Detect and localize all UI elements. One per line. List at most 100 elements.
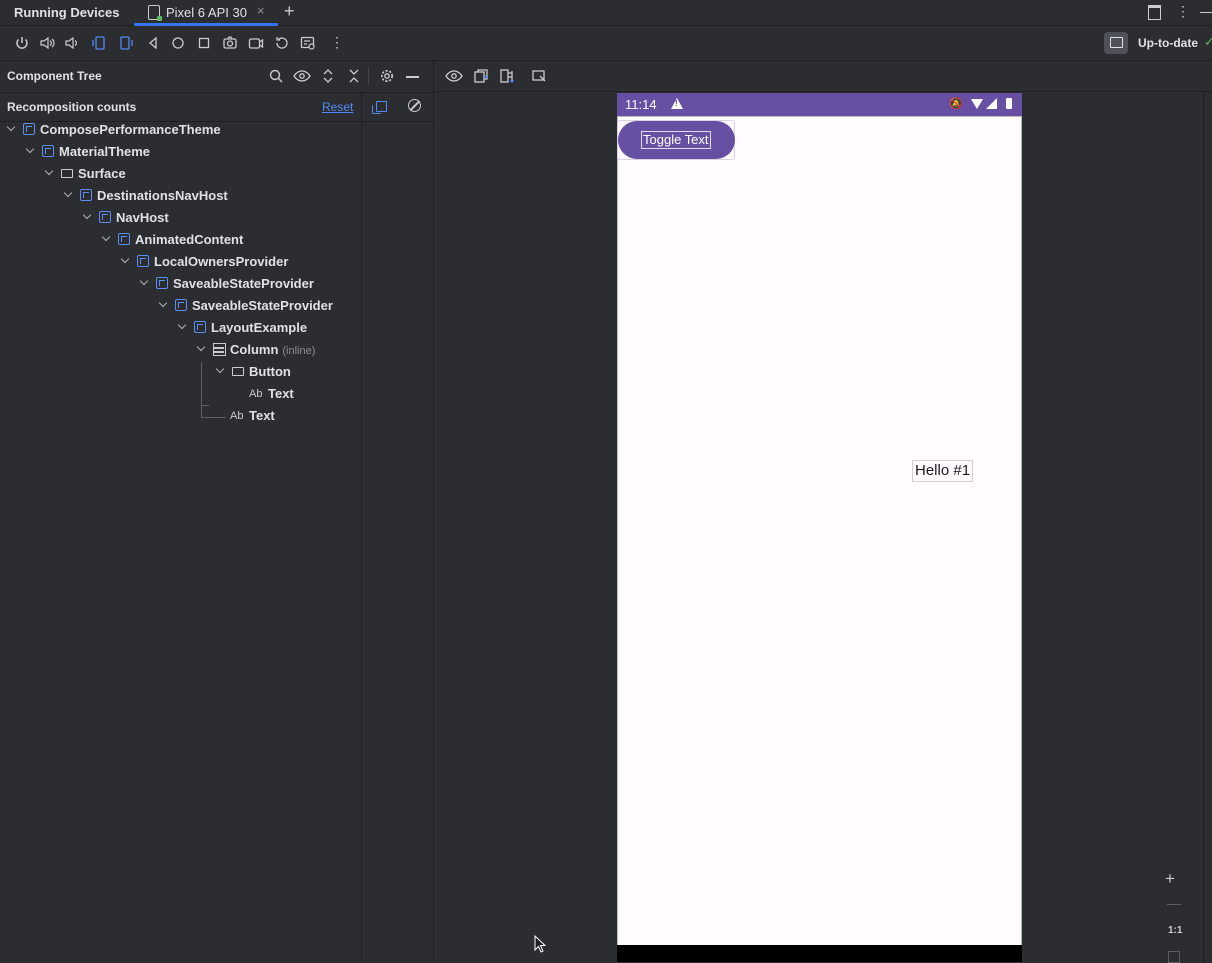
compose-cube-icon	[118, 233, 130, 245]
toolbar-more-icon[interactable]: ⋮	[330, 34, 344, 51]
zoom-actual-size-button[interactable]: 1:1	[1168, 925, 1182, 936]
tree-node-composeperformancetheme[interactable]: ComposePerformanceTheme	[0, 120, 360, 142]
chevron-down-icon[interactable]	[216, 366, 226, 376]
tab-bar: Running Devices Pixel 6 API 30 × + ⋮	[0, 0, 1212, 26]
device-screen[interactable]: 11:14 🔕 Toggle Text Hello #1	[617, 93, 1022, 962]
tree-node-materialtheme[interactable]: MaterialTheme	[0, 142, 360, 164]
search-icon[interactable]	[268, 68, 284, 84]
tree-node-label: LayoutExample	[211, 320, 308, 335]
minimize-panel-icon[interactable]	[406, 76, 419, 78]
tree-node-label: SaveableStateProvider	[173, 276, 314, 291]
chevron-down-icon[interactable]	[121, 256, 131, 266]
chevron-down-icon[interactable]	[7, 124, 17, 134]
chevron-down-icon[interactable]	[159, 300, 169, 310]
tree-node-column[interactable]: Column (inline)	[0, 340, 360, 362]
tab-device-label: Pixel 6 API 30	[166, 5, 247, 20]
chevron-down-icon[interactable]	[178, 322, 188, 332]
tree-node-button[interactable]: Button	[0, 362, 360, 384]
zoom-out-button[interactable]	[1167, 904, 1181, 905]
expand-all-icon[interactable]	[320, 68, 336, 84]
signal-icon	[986, 98, 997, 109]
component-tree-header: Component Tree	[0, 61, 433, 91]
compose-cube-icon	[156, 277, 168, 289]
eye-icon[interactable]	[293, 68, 311, 84]
eye-icon[interactable]	[445, 68, 463, 84]
reset-link[interactable]: Reset	[322, 100, 353, 114]
tab-device[interactable]: Pixel 6 API 30 ×	[134, 0, 278, 26]
notifications-off-icon: 🔕	[949, 98, 963, 110]
more-options-icon[interactable]: ⋮	[1176, 3, 1190, 20]
zoom-to-fit-button[interactable]	[1168, 951, 1180, 963]
minimize-icon[interactable]	[1200, 12, 1212, 13]
tree-node-destinationsnavhost[interactable]: DestinationsNavHost	[0, 186, 360, 208]
screenshot-icon[interactable]	[222, 35, 238, 51]
tree-node-label: Text	[249, 408, 275, 423]
layout-inspector-icon[interactable]	[300, 35, 316, 51]
tree-node-label: SaveableStateProvider	[192, 298, 333, 313]
chevron-down-icon[interactable]	[64, 190, 74, 200]
tree-node-label: LocalOwnersProvider	[154, 254, 289, 269]
tree-node-text[interactable]: Ab Text	[0, 406, 360, 428]
device-inspect-icon	[1110, 37, 1123, 48]
volume-down-icon[interactable]	[64, 35, 80, 51]
recomposition-counts-label: Recomposition counts	[7, 100, 137, 114]
component-tree-panel: Component Tree Recomposition counts Rese…	[0, 61, 434, 962]
tree-node-text[interactable]: Ab Text	[0, 384, 360, 406]
tree-node-label: ComposePerformanceTheme	[40, 122, 221, 137]
gear-icon[interactable]	[379, 68, 395, 84]
back-icon[interactable]	[145, 35, 161, 51]
zoom-in-button[interactable]: +	[1165, 869, 1175, 889]
tree-node-saveablestateprovider[interactable]: SaveableStateProvider	[0, 296, 360, 318]
tree-node-saveablestateprovider[interactable]: SaveableStateProvider	[0, 274, 360, 296]
chevron-down-icon[interactable]	[83, 212, 93, 222]
toggle-text-label: Toggle Text	[641, 131, 711, 149]
text-ab-icon: Ab	[230, 410, 244, 422]
view-toolbar	[434, 61, 1212, 92]
tree-node-navhost[interactable]: NavHost	[0, 208, 360, 230]
rotate-left-icon[interactable]	[91, 35, 107, 51]
chevron-down-icon[interactable]	[102, 234, 112, 244]
chevron-down-icon[interactable]	[26, 146, 36, 156]
copy-icon[interactable]	[372, 101, 387, 114]
compose-cube-icon	[80, 189, 92, 201]
rotate-right-icon[interactable]	[118, 35, 134, 51]
toggle-text-button[interactable]: Toggle Text	[618, 121, 735, 159]
column-divider[interactable]	[361, 92, 362, 962]
tool-window-title: Running Devices	[14, 5, 120, 20]
tree-node-surface[interactable]: Surface	[0, 164, 360, 186]
home-icon[interactable]	[170, 35, 186, 51]
inline-tag: (inline)	[282, 345, 316, 357]
device-icon	[148, 5, 162, 21]
tree-node-layoutexample[interactable]: LayoutExample	[0, 318, 360, 340]
surface-rect-icon	[61, 169, 73, 178]
chevron-down-icon[interactable]	[45, 168, 55, 178]
tree-node-label: MaterialTheme	[59, 144, 151, 159]
maximize-icon[interactable]	[1148, 5, 1161, 20]
volume-up-icon[interactable]	[39, 35, 55, 51]
column-icon	[213, 343, 226, 356]
select-area-icon[interactable]	[531, 68, 547, 84]
add-tab-button[interactable]: +	[284, 1, 295, 22]
tree-node-label: Text	[268, 386, 294, 401]
screen-record-icon[interactable]	[248, 35, 264, 51]
chevron-down-icon[interactable]	[197, 344, 207, 354]
layer-hierarchy-icon[interactable]	[499, 68, 515, 84]
tree-node-label: NavHost	[116, 210, 169, 225]
tree-node-label: DestinationsNavHost	[97, 188, 228, 203]
chevron-down-icon[interactable]	[140, 278, 150, 288]
power-icon[interactable]	[14, 35, 30, 51]
compose-cube-icon	[23, 123, 35, 135]
tree-node-label: AnimatedContent	[135, 232, 244, 247]
right-side-strip	[1203, 91, 1212, 962]
device-inspect-toggle-button[interactable]	[1104, 32, 1128, 54]
overview-icon[interactable]	[196, 35, 212, 51]
reset-icon[interactable]	[274, 35, 290, 51]
collapse-all-icon[interactable]	[346, 68, 362, 84]
tree-node-label: Button	[249, 364, 291, 379]
tree-node-localownersprovider[interactable]: LocalOwnersProvider	[0, 252, 360, 274]
layer-up-icon[interactable]	[473, 68, 489, 84]
clear-counts-icon[interactable]	[408, 99, 421, 112]
warning-icon	[671, 98, 683, 109]
close-icon[interactable]: ×	[257, 3, 265, 18]
tree-node-animatedcontent[interactable]: AnimatedContent	[0, 230, 360, 252]
